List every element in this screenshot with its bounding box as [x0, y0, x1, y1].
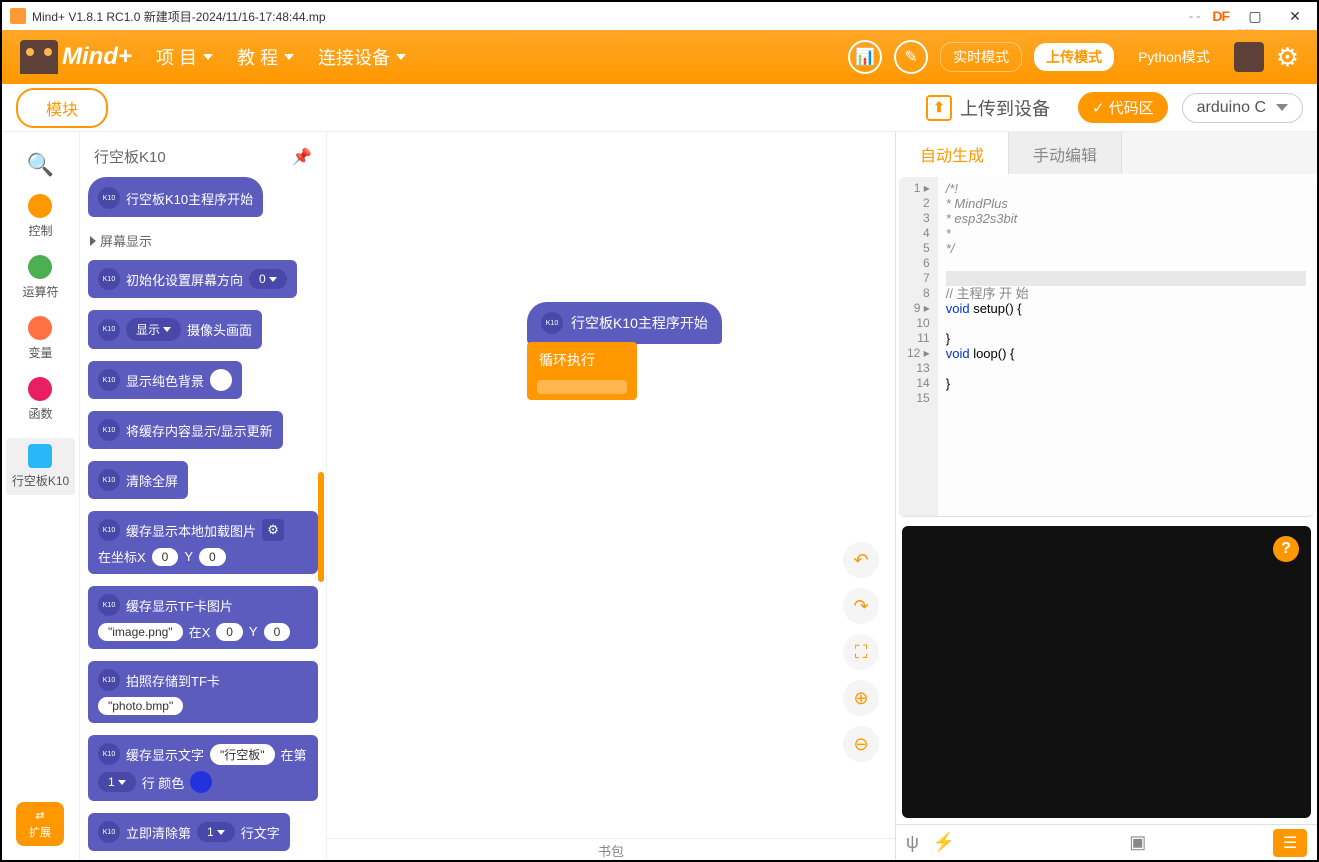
category-control[interactable]: 控制 — [28, 194, 52, 239]
mode-realtime-button[interactable]: 实时模式 — [940, 42, 1022, 72]
extensions-button[interactable]: ⇄扩展 — [16, 802, 64, 846]
chart-button[interactable]: 📊 — [848, 40, 882, 74]
block-palette[interactable]: 行空板K10 📌 行空板K10主程序开始 屏幕显示 初始化设置屏幕方向0 显示摄像… — [80, 132, 326, 860]
avatar[interactable] — [1234, 42, 1264, 72]
logo-text: Mind+ — [62, 43, 132, 71]
undo-button[interactable]: ↶ — [843, 542, 879, 578]
window-titlebar: Mind+ V1.8.1 RC1.0 新建项目-2024/11/16-17:48… — [2, 2, 1317, 30]
logo-icon — [20, 40, 58, 74]
code-content: /*! * MindPlus * esp32s3bit * */ // 主程序 … — [938, 177, 1314, 516]
device-select[interactable]: arduino C — [1182, 93, 1303, 123]
code-tabs: 自动生成 手动编辑 — [896, 132, 1317, 174]
chevron-down-icon — [1276, 104, 1288, 111]
block-clear-screen[interactable]: 清除全屏 — [88, 461, 188, 499]
zoom-in-button[interactable]: ⊕ — [843, 680, 879, 716]
triangle-right-icon — [90, 236, 96, 246]
category-sidebar: 🔍 控制 运算符 变量 函数 行空板K10 ⇄扩展 — [2, 132, 80, 860]
code-panel: 自动生成 手动编辑 1 ▸23456789 ▸101112 ▸131415 /*… — [895, 132, 1317, 860]
block-main-start[interactable]: 行空板K10主程序开始 — [88, 177, 263, 217]
search-icon[interactable]: 🔍 — [27, 152, 54, 178]
menu-connect[interactable]: 连接设备 — [318, 44, 406, 70]
category-functions[interactable]: 函数 — [28, 377, 52, 422]
category-operators[interactable]: 运算符 — [22, 255, 58, 300]
usb-active-icon[interactable]: ⚡ — [933, 832, 955, 853]
menu-project[interactable]: 项 目 — [156, 44, 213, 70]
block-show-camera[interactable]: 显示摄像头画面 — [88, 310, 262, 349]
palette-title: 行空板K10 — [94, 146, 166, 167]
upload-icon: ⬆ — [926, 95, 952, 121]
pin-icon[interactable]: 📌 — [292, 147, 312, 167]
block-solid-background[interactable]: 显示纯色背景 — [88, 361, 242, 399]
tab-manual-edit[interactable]: 手动编辑 — [1009, 132, 1122, 174]
edit-button[interactable]: ✎ — [894, 40, 928, 74]
mode-python-button[interactable]: Python模式 — [1126, 43, 1222, 71]
crop-button[interactable]: ⛶ — [843, 634, 879, 670]
blocks-tab[interactable]: 模块 — [16, 88, 108, 128]
upload-to-device[interactable]: ⬆ 上传到设备 — [926, 95, 1050, 121]
tab-auto-generate[interactable]: 自动生成 — [896, 132, 1009, 174]
maximize-button[interactable]: ▢ — [1241, 6, 1269, 26]
workspace-loop-block[interactable]: 循环执行 — [527, 342, 637, 400]
chevron-down-icon — [203, 54, 213, 60]
category-variables[interactable]: 变量 — [28, 316, 52, 361]
block-show-tf-image[interactable]: 缓存显示TF卡图片"image.png"在X0Y0 — [88, 586, 318, 649]
block-cache-text-row[interactable]: 缓存显示文字"行空板"在第1行 颜色 — [88, 735, 318, 801]
block-clear-row[interactable]: 立即清除第1行文字 — [88, 813, 290, 851]
settings-icon[interactable]: ⚙ — [1276, 42, 1299, 73]
serial-footer: ψ ⚡ ▣ ☰ — [896, 824, 1317, 860]
zoom-out-button[interactable]: ⊖ — [843, 726, 879, 762]
backpack[interactable]: 书包 — [327, 838, 895, 860]
chevron-down-icon — [396, 54, 406, 60]
chevron-down-icon — [284, 54, 294, 60]
code-editor[interactable]: 1 ▸23456789 ▸101112 ▸131415 /*! * MindPl… — [899, 177, 1314, 517]
section-screen-display[interactable]: 屏幕显示 — [86, 223, 320, 254]
window-title: Mind+ V1.8.1 RC1.0 新建项目-2024/11/16-17:48… — [32, 8, 326, 25]
category-k10[interactable]: 行空板K10 — [6, 438, 75, 495]
logo[interactable]: Mind+ — [20, 40, 132, 74]
scrollbar-thumb[interactable] — [318, 472, 324, 582]
block-photo-to-tf[interactable]: 拍照存储到TF卡"photo.bmp" — [88, 661, 318, 723]
main-toolbar: Mind+ 项 目 教 程 连接设备 📊 ✎ 实时模式 上传模式 Python模… — [2, 30, 1317, 84]
block-show-local-image[interactable]: 缓存显示本地加载图片⚙在坐标X0Y0 — [88, 511, 318, 574]
sub-toolbar: 模块 ⬆ 上传到设备 ✓代码区 arduino C — [2, 84, 1317, 132]
list-button[interactable]: ☰ — [1273, 829, 1307, 857]
menu-tutorial[interactable]: 教 程 — [237, 44, 294, 70]
block-init-direction[interactable]: 初始化设置屏幕方向0 — [88, 260, 297, 298]
mode-upload-button[interactable]: 上传模式 — [1034, 43, 1114, 71]
serial-monitor[interactable]: ? — [902, 526, 1311, 818]
chip-icon[interactable]: ▣ — [1129, 832, 1146, 853]
workspace-main-start-block[interactable]: 行空板K10主程序开始 — [527, 302, 722, 344]
block-flush-display[interactable]: 将缓存内容显示/显示更新 — [88, 411, 283, 449]
gear-icon[interactable]: ⚙ — [262, 519, 284, 541]
code-area-toggle[interactable]: ✓代码区 — [1078, 92, 1168, 123]
minimize-dots: - - — [1189, 9, 1200, 23]
df-logo: DF — [1212, 8, 1229, 24]
close-button[interactable]: ✕ — [1281, 6, 1309, 26]
gutter: 1 ▸23456789 ▸101112 ▸131415 — [899, 177, 938, 516]
redo-button[interactable]: ↷ — [843, 588, 879, 624]
usb-icon[interactable]: ψ — [906, 832, 919, 853]
workspace[interactable]: 行空板K10主程序开始 循环执行 ↶ ↷ ⛶ ⊕ ⊖ 书包 — [326, 132, 895, 860]
help-button[interactable]: ? — [1273, 536, 1299, 562]
app-icon — [10, 8, 26, 24]
